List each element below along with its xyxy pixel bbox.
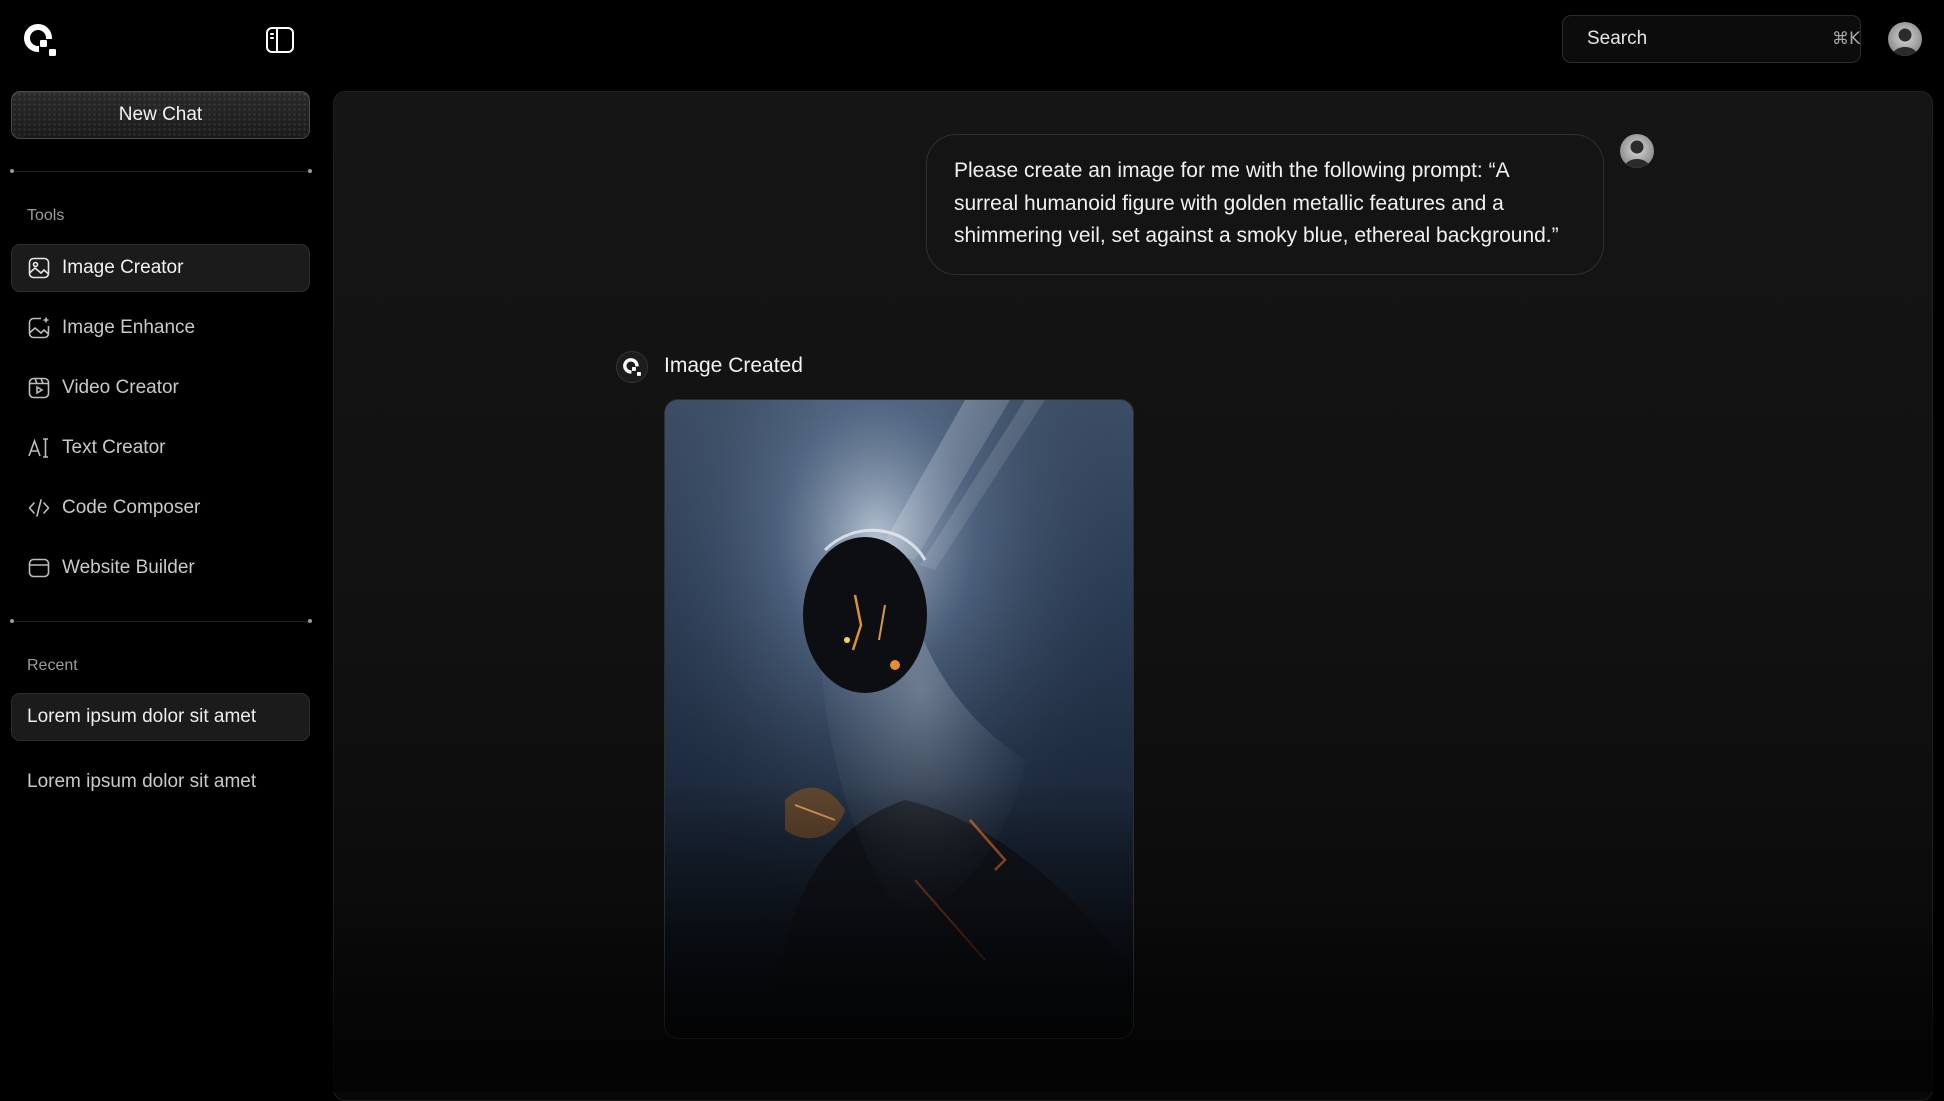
user-message-bubble: Please create an image for me with the f… bbox=[926, 134, 1604, 275]
sidebar-item-image-enhance[interactable]: Image Enhance bbox=[11, 304, 310, 352]
assistant-status-label: Image Created bbox=[664, 354, 803, 377]
sidebar-item-code-composer[interactable]: Code Composer bbox=[11, 484, 310, 532]
assistant-logo-icon bbox=[616, 351, 648, 383]
user-message-avatar bbox=[1620, 134, 1654, 168]
image-enhance-icon bbox=[28, 317, 50, 339]
search-box[interactable]: ⌘K bbox=[1562, 15, 1861, 63]
recent-section-label: Recent bbox=[27, 657, 78, 674]
text-cursor-icon bbox=[28, 438, 48, 458]
recent-chat-label: Lorem ipsum dolor sit amet bbox=[27, 706, 257, 727]
new-chat-button[interactable]: New Chat bbox=[11, 91, 310, 139]
sidebar-divider bbox=[10, 169, 312, 173]
sidebar-item-video-creator[interactable]: Video Creator bbox=[11, 364, 310, 412]
app-logo-icon[interactable] bbox=[22, 22, 58, 58]
search-shortcut: ⌘K bbox=[1832, 29, 1861, 49]
user-avatar[interactable] bbox=[1888, 22, 1922, 56]
sidebar-item-label: Website Builder bbox=[62, 557, 195, 578]
sidebar-item-label: Text Creator bbox=[62, 437, 166, 458]
recent-chat-label: Lorem ipsum dolor sit amet bbox=[27, 771, 257, 792]
generated-image-artwork bbox=[665, 400, 1133, 1038]
search-input[interactable] bbox=[1587, 28, 1832, 50]
sidebar-item-label: Video Creator bbox=[62, 377, 179, 398]
sidebar-item-website-builder[interactable]: Website Builder bbox=[11, 544, 310, 592]
tools-section-label: Tools bbox=[27, 207, 65, 224]
sidebar-item-image-creator[interactable]: Image Creator bbox=[11, 244, 310, 292]
new-chat-label: New Chat bbox=[118, 104, 203, 125]
sidebar-toggle-icon[interactable] bbox=[264, 24, 296, 56]
recent-chat-item[interactable]: Lorem ipsum dolor sit amet bbox=[11, 758, 310, 806]
sidebar-item-label: Code Composer bbox=[62, 497, 201, 518]
sidebar-divider bbox=[10, 619, 312, 623]
generated-image[interactable] bbox=[664, 399, 1134, 1039]
sidebar-item-text-creator[interactable]: Text Creator bbox=[11, 424, 310, 472]
recent-chat-item[interactable]: Lorem ipsum dolor sit amet bbox=[11, 693, 310, 741]
sidebar-item-label: Image Creator bbox=[62, 257, 184, 278]
video-icon bbox=[28, 377, 50, 399]
browser-window-icon bbox=[28, 558, 50, 578]
code-icon bbox=[28, 499, 50, 517]
sidebar-item-label: Image Enhance bbox=[62, 317, 196, 338]
user-message-text: Please create an image for me with the f… bbox=[954, 159, 1559, 247]
image-icon bbox=[28, 257, 50, 279]
